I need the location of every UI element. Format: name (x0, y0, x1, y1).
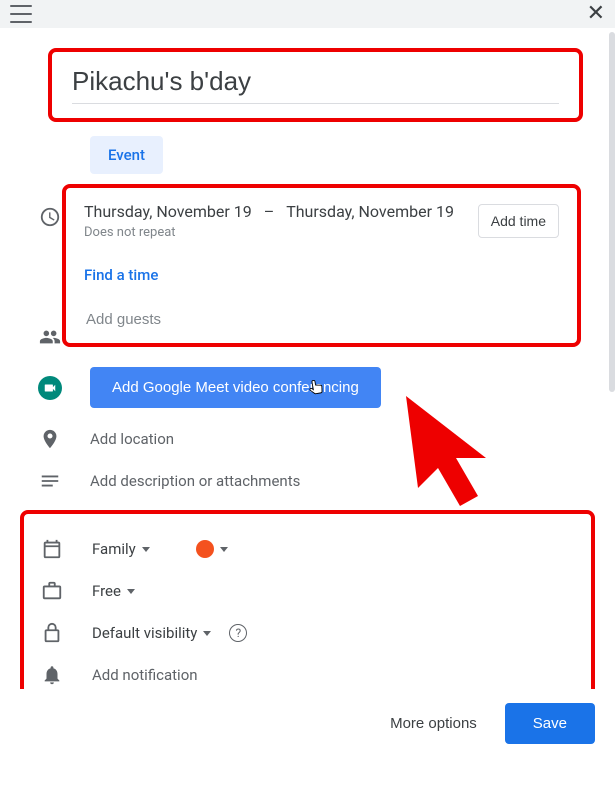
scrollbar[interactable] (609, 32, 615, 392)
start-date[interactable]: Thursday, November 19 (84, 202, 252, 221)
description-row[interactable]: Add description or attachments (10, 460, 605, 502)
meet-row: Add Google Meet video conferencing (10, 357, 605, 418)
chevron-down-icon (203, 631, 211, 636)
location-placeholder[interactable]: Add location (90, 430, 174, 448)
event-type-row: Event (90, 136, 605, 174)
calendar-name: Family (92, 540, 136, 558)
dialog-topbar: ✕ (0, 0, 615, 28)
chevron-down-icon (127, 589, 135, 594)
event-editor-panel: Event Thursday, November 19 – Thursday, … (0, 48, 615, 788)
calendar-icon (38, 538, 66, 560)
meet-icon (36, 376, 64, 400)
event-title-input[interactable] (72, 60, 559, 104)
calendar-row: Family (38, 528, 577, 570)
description-placeholder[interactable]: Add description or attachments (90, 472, 300, 490)
visibility-row: Default visibility ? (38, 612, 577, 654)
lock-icon (38, 622, 66, 644)
visibility-label: Default visibility (92, 624, 197, 642)
recurrence-label[interactable]: Does not repeat (84, 225, 454, 240)
clock-icon (36, 206, 64, 228)
availability-row: Free (38, 570, 577, 612)
color-select[interactable] (196, 540, 228, 558)
add-meet-button[interactable]: Add Google Meet video conferencing (90, 367, 381, 408)
save-button[interactable]: Save (505, 703, 595, 744)
add-guests-input[interactable] (84, 310, 559, 329)
people-icon (36, 326, 64, 348)
notification-placeholder[interactable]: Add notification (92, 666, 198, 684)
visibility-help-icon[interactable]: ? (229, 624, 247, 642)
menu-icon[interactable] (10, 5, 32, 23)
end-date[interactable]: Thursday, November 19 (286, 202, 454, 221)
location-icon (36, 428, 64, 450)
dialog-footer: More options Save (0, 689, 615, 758)
visibility-select[interactable]: Default visibility (92, 624, 211, 642)
date-separator: – (264, 202, 275, 221)
color-swatch (196, 540, 214, 558)
event-type-chip[interactable]: Event (90, 136, 163, 174)
highlight-title (48, 48, 583, 122)
highlight-details: Family Free Default visibility (20, 510, 595, 718)
description-icon (36, 470, 64, 492)
find-a-time-link[interactable]: Find a time (84, 266, 559, 284)
more-options-button[interactable]: More options (382, 705, 485, 742)
chevron-down-icon (220, 547, 228, 552)
chevron-down-icon (142, 547, 150, 552)
add-time-button[interactable]: Add time (478, 204, 559, 238)
availability-select[interactable]: Free (92, 582, 135, 600)
close-icon[interactable]: ✕ (587, 3, 605, 25)
location-row[interactable]: Add location (10, 418, 605, 460)
bell-icon (38, 664, 66, 686)
calendar-select[interactable]: Family (92, 540, 150, 558)
briefcase-icon (38, 580, 66, 602)
availability-label: Free (92, 582, 121, 600)
highlight-datetime-guests: Thursday, November 19 – Thursday, Novemb… (62, 184, 581, 347)
